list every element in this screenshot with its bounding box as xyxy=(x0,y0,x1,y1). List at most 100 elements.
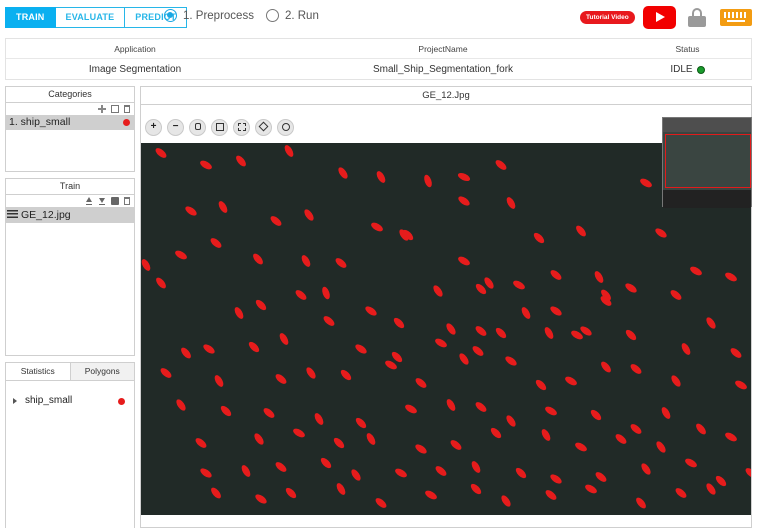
edit-icon[interactable] xyxy=(111,105,119,113)
expand-caret-icon[interactable] xyxy=(13,398,17,404)
ship-mask[interactable] xyxy=(654,227,668,240)
ship-mask[interactable] xyxy=(624,328,638,342)
minimap[interactable] xyxy=(662,117,752,208)
ship-mask[interactable] xyxy=(593,270,605,285)
horizontal-scrollbar[interactable] xyxy=(141,515,751,527)
ship-mask[interactable] xyxy=(179,346,192,360)
ship-mask[interactable] xyxy=(404,403,419,415)
ship-mask[interactable] xyxy=(392,316,406,330)
ship-mask[interactable] xyxy=(574,224,587,238)
ship-mask[interactable] xyxy=(292,427,307,439)
ship-mask[interactable] xyxy=(209,236,223,249)
ship-mask[interactable] xyxy=(434,337,449,349)
ship-mask[interactable] xyxy=(278,332,290,347)
zoom-out-icon[interactable]: − xyxy=(167,119,184,136)
ship-mask[interactable] xyxy=(532,231,546,245)
ship-mask[interactable] xyxy=(414,443,428,456)
download-icon[interactable] xyxy=(98,197,106,205)
youtube-play-icon[interactable] xyxy=(643,6,676,29)
ship-mask[interactable] xyxy=(589,408,603,422)
radio-unselected-icon[interactable] xyxy=(265,9,279,22)
ship-mask[interactable] xyxy=(514,466,528,480)
image-canvas[interactable] xyxy=(141,143,751,515)
ship-mask[interactable] xyxy=(629,422,643,435)
fit-icon[interactable] xyxy=(211,119,228,136)
ship-mask[interactable] xyxy=(174,249,189,261)
ship-mask[interactable] xyxy=(332,436,346,450)
ship-mask[interactable] xyxy=(305,366,318,380)
ship-mask[interactable] xyxy=(445,322,458,336)
ship-mask[interactable] xyxy=(284,486,298,500)
tab-statistics[interactable]: Statistics xyxy=(6,363,70,380)
ship-mask[interactable] xyxy=(505,414,518,428)
tab-evaluate[interactable]: EVALUATE xyxy=(55,7,126,28)
add-icon[interactable] xyxy=(98,105,106,113)
ship-mask[interactable] xyxy=(543,326,555,341)
hand-icon[interactable] xyxy=(189,119,206,136)
ship-mask[interactable] xyxy=(705,316,718,330)
ship-mask[interactable] xyxy=(184,205,198,218)
ship-mask[interactable] xyxy=(254,298,268,312)
ship-mask[interactable] xyxy=(423,174,434,188)
ship-mask[interactable] xyxy=(350,468,363,482)
ship-mask[interactable] xyxy=(253,432,266,446)
ship-mask[interactable] xyxy=(457,195,471,208)
trash-icon[interactable] xyxy=(124,105,130,113)
ship-mask[interactable] xyxy=(233,306,245,321)
ship-mask[interactable] xyxy=(669,288,683,301)
ship-mask[interactable] xyxy=(213,374,225,389)
ship-mask[interactable] xyxy=(544,405,559,417)
ship-mask[interactable] xyxy=(655,440,668,454)
ship-mask[interactable] xyxy=(375,170,387,185)
ship-mask[interactable] xyxy=(505,196,517,211)
ship-mask[interactable] xyxy=(494,326,508,340)
ship-mask[interactable] xyxy=(247,340,261,354)
ship-mask[interactable] xyxy=(154,276,167,290)
ship-mask[interactable] xyxy=(504,355,518,368)
ship-mask[interactable] xyxy=(234,154,247,168)
ship-mask[interactable] xyxy=(549,268,563,281)
ship-mask[interactable] xyxy=(370,221,385,233)
ship-mask[interactable] xyxy=(729,346,743,359)
ship-mask[interactable] xyxy=(474,400,488,413)
ship-mask[interactable] xyxy=(313,412,325,427)
tab-train[interactable]: TRAIN xyxy=(5,7,56,28)
ship-mask[interactable] xyxy=(724,431,739,443)
ship-mask[interactable] xyxy=(384,359,399,371)
ship-mask[interactable] xyxy=(474,324,488,337)
tab-polygons[interactable]: Polygons xyxy=(69,363,134,380)
minimap-viewport[interactable] xyxy=(665,134,751,188)
ship-mask[interactable] xyxy=(254,493,268,506)
ship-mask[interactable] xyxy=(274,460,288,473)
ship-mask[interactable] xyxy=(154,146,168,159)
ship-mask[interactable] xyxy=(520,306,532,321)
ship-mask[interactable] xyxy=(251,252,264,266)
tutorial-video-button[interactable]: Tutorial Video xyxy=(580,11,635,24)
ship-mask[interactable] xyxy=(544,488,558,501)
ship-mask[interactable] xyxy=(469,482,483,496)
ship-mask[interactable] xyxy=(141,258,152,273)
ship-mask[interactable] xyxy=(199,467,213,480)
ship-mask[interactable] xyxy=(321,286,332,300)
ship-mask[interactable] xyxy=(262,406,276,419)
ship-mask[interactable] xyxy=(574,441,589,453)
ship-mask[interactable] xyxy=(471,344,485,357)
ship-mask[interactable] xyxy=(365,432,377,447)
ship-mask[interactable] xyxy=(640,462,653,476)
ship-mask[interactable] xyxy=(457,171,472,182)
ship-mask[interactable] xyxy=(639,177,654,189)
keyboard-icon[interactable] xyxy=(720,9,752,26)
ship-mask[interactable] xyxy=(500,494,513,508)
ship-mask[interactable] xyxy=(689,265,704,277)
expand-icon[interactable] xyxy=(255,119,272,136)
ship-mask[interactable] xyxy=(274,372,288,385)
train-file-item[interactable]: GE_12.jpg xyxy=(6,207,134,223)
trash-icon[interactable] xyxy=(124,197,130,205)
ship-mask[interactable] xyxy=(449,438,463,451)
ship-mask[interactable] xyxy=(390,350,404,364)
ship-mask[interactable] xyxy=(339,368,353,382)
ship-mask[interactable] xyxy=(660,406,672,421)
ship-mask[interactable] xyxy=(300,254,312,269)
step-run[interactable]: 2. Run xyxy=(265,9,319,22)
step-preprocess[interactable]: 1. Preprocess xyxy=(164,9,254,22)
